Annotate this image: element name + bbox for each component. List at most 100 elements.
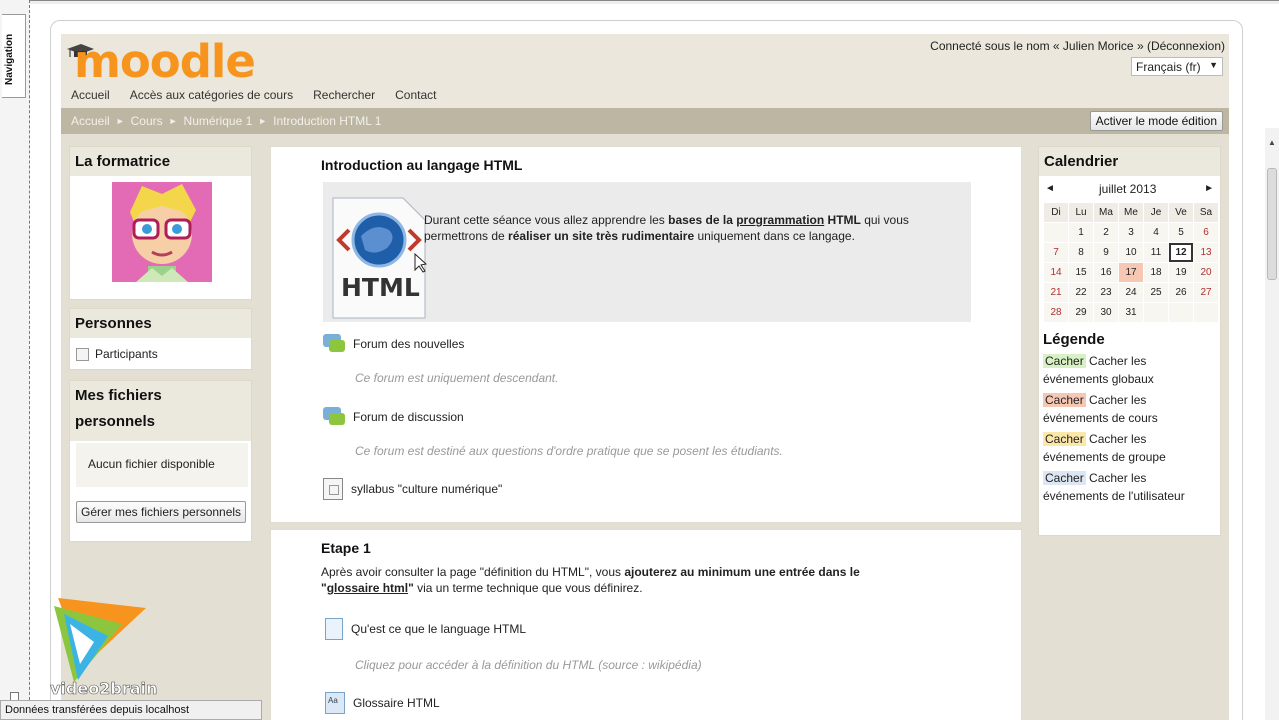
breadcrumb-separator-icon: ► (168, 116, 178, 126)
scroll-up-icon[interactable]: ▲ (1266, 138, 1278, 150)
navigation-tab[interactable]: Navigation (2, 14, 26, 98)
calendar-block: Calendrier ◄ juillet 2013 ► Di Lu Ma Me Je Ve… (1038, 146, 1221, 536)
side-navigation-strip: Navigation (0, 0, 30, 720)
trainer-avatar[interactable] (112, 182, 212, 282)
glossary-link[interactable]: Aa Glossaire HTML (325, 692, 440, 714)
legend-label-line2[interactable]: événements de cours (1043, 409, 1216, 427)
calendar-day[interactable]: 17 (1119, 263, 1143, 282)
breadcrumb: Accueil ► Cours ► Numérique 1 ► Introduc… (71, 114, 381, 128)
calendar-day[interactable]: 18 (1144, 263, 1168, 282)
calendar-day[interactable]: 25 (1144, 283, 1168, 302)
calendar-day[interactable]: 8 (1069, 243, 1093, 262)
private-files-title-line1: Mes fichiers (75, 387, 162, 404)
forum-news-label: Forum des nouvelles (353, 337, 465, 351)
intro-line1-b: bases de la (668, 213, 737, 227)
calendar-day[interactable]: 24 (1119, 283, 1143, 302)
glossary-icon: Aa (325, 692, 345, 714)
legend-label-line2[interactable]: événements de l'utilisateur (1043, 487, 1216, 505)
calendar-weekday: Ma (1094, 203, 1118, 222)
manage-files-button[interactable]: Gérer mes fichiers personnels (76, 501, 247, 523)
calendar-day[interactable]: 7 (1044, 243, 1068, 262)
calendar-day[interactable]: 13 (1194, 243, 1218, 262)
calendar-day[interactable]: 26 (1169, 283, 1193, 302)
page-html-link[interactable]: Qu'est ce que le language HTML (325, 618, 526, 640)
legend-hide-toggle[interactable]: Cacher (1043, 354, 1086, 368)
scroll-thumb[interactable] (1267, 168, 1277, 280)
calendar-day[interactable]: 11 (1144, 243, 1168, 262)
legend-label[interactable]: Cacher les (1086, 471, 1146, 485)
legend-label[interactable]: Cacher les (1086, 393, 1146, 407)
calendar-day[interactable]: 20 (1194, 263, 1218, 282)
intro-line1-d: qui vous (860, 213, 909, 227)
legend-label-line2[interactable]: événements globaux (1043, 370, 1216, 388)
calendar-day[interactable]: 2 (1094, 223, 1118, 242)
calendar-empty-cell (1169, 303, 1193, 322)
no-files-message: Aucun fichier disponible (76, 443, 248, 487)
menu-item-categories[interactable]: Accès aux catégories de cours (120, 88, 303, 108)
vertical-scrollbar[interactable]: ▲ (1265, 128, 1279, 720)
calendar-day[interactable]: 4 (1144, 223, 1168, 242)
intro-line-1: Durant cette séance vous allez apprendre… (424, 212, 969, 228)
window-top-border (30, 0, 1279, 4)
main-menu: Accueil Accès aux catégories de cours Re… (61, 88, 447, 108)
login-info[interactable]: Connecté sous le nom « Julien Morice » (… (930, 39, 1225, 53)
language-select[interactable]: Français (fr) ▼ (1131, 57, 1223, 76)
legend-label-line2[interactable]: événements de groupe (1043, 448, 1216, 466)
next-month-icon[interactable]: ► (1204, 183, 1214, 194)
calendar-day[interactable]: 30 (1094, 303, 1118, 322)
step-line-1: Après avoir consulter la page "définitio… (321, 564, 971, 580)
calendar-day[interactable]: 23 (1094, 283, 1118, 302)
calendar-weekday: Me (1119, 203, 1143, 222)
calendar-day[interactable]: 22 (1069, 283, 1093, 302)
programmation-link[interactable]: programmation (736, 213, 824, 227)
breadcrumb-item-course[interactable]: Numérique 1 (184, 114, 253, 128)
moodle-logo-text: moodle (74, 35, 256, 88)
prev-month-icon[interactable]: ◄ (1045, 183, 1055, 194)
participants-link[interactable]: Participants (76, 347, 158, 361)
edit-mode-button[interactable]: Activer le mode édition (1089, 111, 1223, 131)
menu-item-contact[interactable]: Contact (385, 88, 446, 108)
legend-title: Légende (1039, 323, 1220, 352)
calendar-day[interactable]: 3 (1119, 223, 1143, 242)
calendar-day[interactable]: 9 (1094, 243, 1118, 262)
glossary-inline-link[interactable]: glossaire html (327, 581, 408, 595)
calendar-day[interactable]: 27 (1194, 283, 1218, 302)
moodle-page: moodle Connecté sous le nom « Julien Mor… (50, 34, 1229, 720)
step-1-instructions: Après avoir consulter la page "définitio… (321, 564, 971, 596)
legend-hide-toggle[interactable]: Cacher (1043, 471, 1086, 485)
calendar: ◄ juillet 2013 ► Di Lu Ma Me Je Ve Sa 12345678… (1039, 178, 1220, 323)
menu-item-search[interactable]: Rechercher (303, 88, 385, 108)
calendar-day[interactable]: 31 (1119, 303, 1143, 322)
calendar-month-label[interactable]: juillet 2013 (1099, 182, 1156, 196)
legend-hide-toggle[interactable]: Cacher (1043, 432, 1086, 446)
calendar-day[interactable]: 21 (1044, 283, 1068, 302)
menu-item-home[interactable]: Accueil (61, 88, 120, 108)
status-bar: Données transférées depuis localhost (0, 700, 262, 720)
page-header: moodle Connecté sous le nom « Julien Mor… (61, 34, 1229, 108)
calendar-day[interactable]: 28 (1044, 303, 1068, 322)
forum-news-link[interactable]: Forum des nouvelles (323, 334, 464, 354)
calendar-day[interactable]: 19 (1169, 263, 1193, 282)
breadcrumb-item-courses[interactable]: Cours (131, 114, 163, 128)
calendar-day[interactable]: 29 (1069, 303, 1093, 322)
forum-discussion-link[interactable]: Forum de discussion (323, 407, 464, 427)
moodle-logo[interactable]: moodle (65, 35, 265, 88)
calendar-day[interactable]: 15 (1069, 263, 1093, 282)
course-section-1: Etape 1 Après avoir consulter la page "d… (270, 529, 1022, 720)
breadcrumb-bar: Accueil ► Cours ► Numérique 1 ► Introduc… (61, 108, 1229, 134)
step-line2-c: via un terme technique que vous définire… (413, 581, 643, 595)
legend-hide-toggle[interactable]: Cacher (1043, 393, 1086, 407)
calendar-day[interactable]: 6 (1194, 223, 1218, 242)
calendar-day[interactable]: 12 (1169, 243, 1193, 262)
calendar-day[interactable]: 5 (1169, 223, 1193, 242)
calendar-day[interactable]: 16 (1094, 263, 1118, 282)
intro-line2-a: permettrons de (424, 229, 509, 243)
calendar-day[interactable]: 1 (1069, 223, 1093, 242)
breadcrumb-item-home[interactable]: Accueil (71, 114, 110, 128)
legend-label[interactable]: Cacher les (1086, 354, 1146, 368)
calendar-day[interactable]: 14 (1044, 263, 1068, 282)
legend-label[interactable]: Cacher les (1086, 432, 1146, 446)
syllabus-link[interactable]: syllabus "culture numérique" (323, 478, 502, 500)
calendar-day[interactable]: 10 (1119, 243, 1143, 262)
forum-icon (323, 407, 345, 427)
